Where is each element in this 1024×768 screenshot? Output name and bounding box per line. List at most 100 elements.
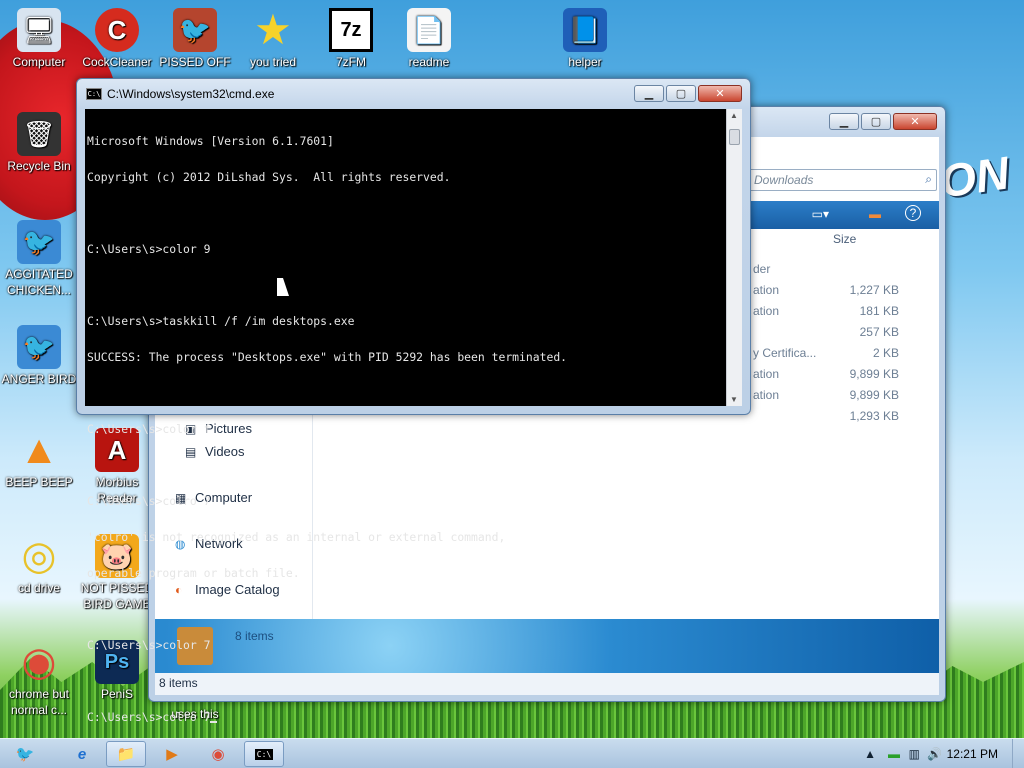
recycle-bin-icon: 🗑 [17,112,61,156]
desktop-icon-label: you tried [249,55,297,69]
scrollbar-thumb[interactable] [729,129,740,145]
desktop-icon-label: BEEP BEEP [5,475,73,489]
console-line: SUCCESS: The process "Desktops.exe" with… [87,350,568,364]
console-line: Microsoft Windows [Version 6.1.7601] [87,134,334,148]
computer-icon: 🖥 [17,8,61,52]
search-input[interactable]: Downloads ⌕ [747,169,937,191]
desktop-icon-anger-bird[interactable]: 🐦 ANGER BIRD [0,325,78,387]
maximize-button[interactable]: ▢ [861,113,891,130]
file-size-cell: 1,293 KB [849,409,899,423]
cmd-icon: C:\ [254,748,274,760]
file-size-cell: 1,227 KB [849,283,899,297]
desktop-icon-aggitated-chicken[interactable]: 🐦 AGGITATED CHICKEN... [0,220,78,298]
console-line: C:\Users\s>color f [87,422,211,436]
desktop-icon-pissed-off[interactable]: 🐦 PISSED OFF [156,8,234,70]
clock[interactable]: 12:21 PM [947,747,998,761]
mouse-pointer-icon [277,278,289,296]
internet-explorer-icon: e [77,745,87,763]
console-line: Copyright (c) 2012 DiLshad Sys. All righ… [87,170,451,184]
show-hidden-icons-icon[interactable]: ▲ [864,747,876,761]
desktop-icon-you-tried[interactable]: ★ you tried [234,8,312,70]
cmd-title: C:\Windows\system32\cmd.exe [107,87,275,101]
desktop-icon-label: Recycle Bin [7,159,71,173]
taskbar-internet-explorer[interactable]: e [62,741,102,767]
explorer-caption-buttons: ▁ ▢ ✕ [829,113,937,130]
show-desktop-button[interactable] [1012,739,1024,768]
star-icon: ★ [254,6,292,53]
desktop-icon-label: ANGER BIRD [1,372,77,386]
desktop-icon-computer[interactable]: 🖥 Computer [0,8,78,70]
file-type-cell: ation [753,388,780,402]
scroll-down-icon[interactable]: ▼ [730,395,738,404]
desktop-icon-cockcleaner[interactable]: C CockCleaner [78,8,156,70]
console-line: C:\Users\s>color 9 [87,242,211,256]
angry-bird-icon: 🐦 [17,325,61,369]
cmd-caption-buttons: ▁ ▢ ✕ [634,85,742,102]
file-size-cell: 9,899 KB [849,388,899,402]
console-prompt-line[interactable]: C:\Users\s>colro 7 [87,711,724,723]
desktop-icon-readme[interactable]: 📄 readme [390,8,468,70]
minimize-button[interactable]: ▁ [829,113,859,130]
file-type-cell: y Certifica... [753,346,817,360]
taskbar-chrome[interactable]: ◉ [198,741,238,767]
minimize-button[interactable]: ▁ [634,85,664,102]
desktop-icon-label: helper [568,55,602,69]
angry-bird-icon: 🐦 [17,220,61,264]
desktop-icon-label: CockCleaner [82,55,152,69]
taskbar-cmd[interactable]: C:\ [244,741,284,767]
console-line: 'colro' is not recognized as an internal… [87,530,506,544]
console-line: operable program or batch file. [87,566,300,580]
folder-icon: 📁 [116,746,136,763]
desktop-icon-cd-drive[interactable]: ◎ cd drive [0,534,78,596]
action-center-icon[interactable]: ▬ [888,747,900,761]
7zip-icon: 7z [329,8,373,52]
chrome-icon: ◉ [21,640,57,684]
scroll-up-icon[interactable]: ▲ [730,111,738,120]
close-button[interactable]: ✕ [698,85,742,102]
cmd-window[interactable]: C:\ C:\Windows\system32\cmd.exe ▁ ▢ ✕ Mi… [76,78,751,723]
column-header-size[interactable]: Size [833,232,856,246]
cmd-console[interactable]: Microsoft Windows [Version 6.1.7601] Cop… [85,109,726,723]
network-tray-icon[interactable]: ▥ [909,747,920,761]
desktop-icon-label: chrome but normal c... [8,687,70,717]
desktop-icon-beep-beep[interactable]: ▲ BEEP BEEP [0,428,78,490]
taskbar-media-player[interactable]: ▶ [152,741,192,767]
cd-drive-icon: ◎ [21,534,57,578]
preview-pane-icon[interactable]: ▬ [869,207,881,221]
book-icon: 📘 [563,8,607,52]
desktop-icon-helper[interactable]: 📘 helper [546,8,624,70]
desktop-icon-label: AGGITATED CHICKEN... [5,267,73,297]
start-angry-bird-icon: 🐦 [15,746,35,763]
desktop-icon-recycle-bin[interactable]: 🗑 Recycle Bin [0,112,78,174]
desktop-icon-chrome[interactable]: ◉ chrome but normal c... [0,640,78,718]
desktop-icon-label: Computer [12,55,66,69]
ccleaner-icon: C [95,8,139,52]
file-size-cell: 2 KB [872,346,899,360]
file-size-cell: 9,899 KB [849,367,899,381]
start-button[interactable]: 🐦 [2,741,48,767]
view-options-icon[interactable]: ▭▾ [812,207,829,221]
file-size-cell: 181 KB [859,304,899,318]
cmd-scrollbar[interactable]: ▲ ▼ [726,109,742,406]
volume-icon[interactable]: 🔊 [927,747,942,761]
close-button[interactable]: ✕ [893,113,937,130]
file-type-cell: ation [753,304,780,318]
taskbar: 🐦 e 📁 ▶ ◉ C:\ ▲ ▬ ▥ 🔊 12:21 PM [0,738,1024,768]
desktop-icon-label: 7zFM [336,55,366,69]
help-icon[interactable]: ? [905,205,921,221]
taskbar-explorer[interactable]: 📁 [106,741,146,767]
desktop-icon-label: PISSED OFF [159,55,231,69]
desktop-icon-7zfm[interactable]: 7z 7zFM [312,8,390,70]
media-player-icon: ▶ [166,746,178,763]
maximize-button[interactable]: ▢ [666,85,696,102]
file-type-cell: ation [753,367,780,381]
search-icon[interactable]: ⌕ [925,172,932,187]
wallpaper-text: ON [936,146,1013,208]
desktop-icon-label: readme [408,55,450,69]
file-size-cell: 257 KB [859,325,899,339]
